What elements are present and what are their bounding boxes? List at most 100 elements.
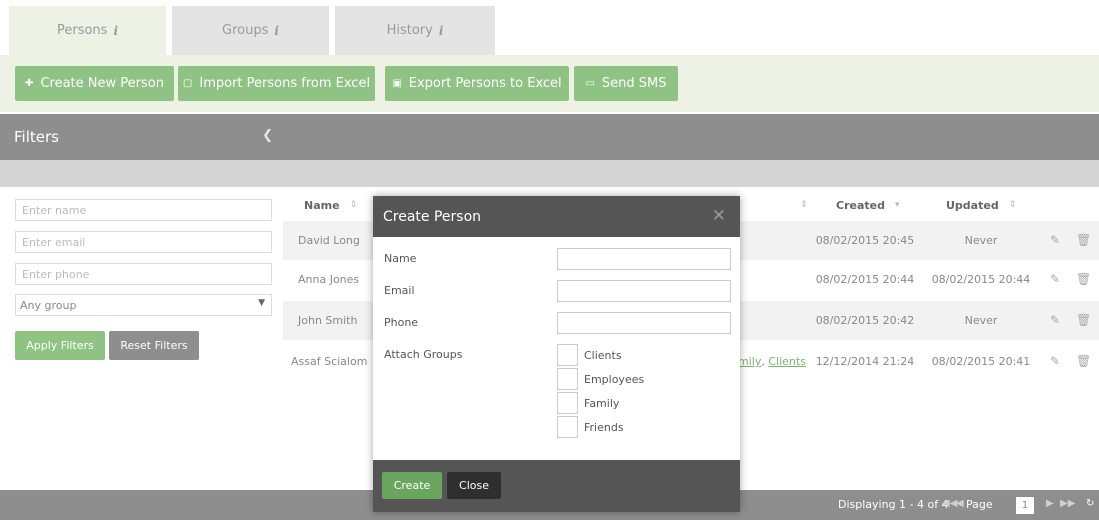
row-name: David Long	[298, 234, 360, 247]
persons-app: Persons i Groups i History i ✚ Create Ne…	[0, 0, 1099, 520]
export-icon: ▣	[392, 78, 402, 89]
page-number-input[interactable]: 1	[1016, 497, 1034, 514]
row-name: Assaf Scialom	[291, 355, 368, 368]
modal-footer: Create Close	[373, 460, 740, 512]
email-label: Email	[384, 284, 415, 297]
tab-bar: Persons i Groups i History i	[0, 0, 1099, 55]
create-person-button[interactable]: ✚ Create New Person	[15, 66, 174, 101]
modal-header: Create Person ✕	[373, 196, 740, 237]
email-field[interactable]	[557, 280, 731, 302]
row-updated: Never	[964, 314, 998, 327]
row-name: John Smith	[298, 314, 358, 327]
create-button[interactable]: Create	[382, 472, 442, 499]
column-header-name[interactable]: Name ⇕	[304, 190, 357, 220]
group-checkbox-label: Family	[584, 397, 620, 410]
column-label: Name	[304, 198, 340, 212]
send-sms-button[interactable]: ▭ Send SMS	[574, 66, 678, 101]
column-label: Created	[836, 198, 885, 212]
next-page-icon[interactable]: ▶	[1046, 498, 1054, 509]
column-header-groups[interactable]: ⇕	[790, 190, 808, 220]
tab-groups[interactable]: Groups i	[172, 6, 329, 55]
group-filter-select[interactable]: Any group ▼	[15, 294, 272, 316]
row-created: 08/02/2015 20:42	[815, 314, 915, 327]
tab-label: Groups	[222, 23, 269, 38]
close-button[interactable]: Close	[447, 472, 501, 499]
row-created: 08/02/2015 20:44	[815, 273, 915, 286]
edit-pencil-icon[interactable]: ✎	[1048, 313, 1062, 327]
row-created: 08/02/2015 20:45	[815, 234, 915, 247]
delete-trash-icon[interactable]: 🗑	[1076, 233, 1091, 247]
modal-title: Create Person	[383, 208, 482, 225]
close-icon[interactable]: ✕	[712, 206, 726, 226]
column-header-updated[interactable]: Updated ⇕	[946, 190, 1016, 220]
button-label: Export Persons to Excel	[408, 76, 562, 91]
toolbar: ✚ Create New Person ▢ Import Persons fro…	[0, 55, 1099, 112]
group-checkbox-label: Employees	[584, 373, 645, 386]
attach-groups-label: Attach Groups	[384, 348, 463, 361]
collapse-chevron-icon[interactable]: ❮	[262, 128, 273, 143]
info-icon[interactable]: i	[274, 24, 279, 38]
edit-pencil-icon[interactable]: ✎	[1048, 354, 1062, 368]
grid-header-bar	[283, 114, 1099, 160]
export-excel-button[interactable]: ▣ Export Persons to Excel	[385, 66, 569, 101]
filters-subheader	[0, 160, 283, 187]
button-label: Create New Person	[40, 76, 164, 91]
edit-pencil-icon[interactable]: ✎	[1048, 272, 1062, 286]
import-excel-button[interactable]: ▢ Import Persons from Excel	[178, 66, 375, 101]
prev-page-icon[interactable]: ◀	[956, 498, 964, 509]
row-updated: Never	[964, 234, 998, 247]
tab-label: Persons	[56, 23, 108, 38]
group-checkbox-label: Friends	[584, 421, 624, 434]
tab-history[interactable]: History i	[335, 6, 495, 55]
delete-trash-icon[interactable]: 🗑	[1076, 313, 1091, 327]
create-person-modal: Create Person ✕ Name Email Phone Attach …	[373, 196, 740, 512]
sms-icon: ▭	[585, 78, 595, 89]
row-name: Anna Jones	[298, 273, 360, 286]
apply-filters-button[interactable]: Apply Filters	[15, 331, 105, 360]
group-link[interactable]: Clients	[768, 355, 806, 368]
phone-filter-input[interactable]: Enter phone	[15, 263, 272, 285]
group-link[interactable]: mily	[738, 355, 761, 368]
info-icon[interactable]: i	[113, 24, 118, 38]
sort-icon: ⇕	[1008, 200, 1017, 210]
page-label: Page	[966, 498, 993, 511]
group-checkbox-label: Clients	[584, 349, 622, 362]
reset-filters-button[interactable]: Reset Filters	[109, 331, 199, 360]
sort-icon: ⇕	[349, 200, 358, 210]
filters-title: Filters	[14, 128, 59, 146]
phone-field[interactable]	[557, 312, 731, 334]
row-groups: mily, Clients	[738, 342, 806, 381]
group-checkbox[interactable]	[557, 344, 578, 366]
delete-trash-icon[interactable]: 🗑	[1076, 354, 1091, 368]
email-filter-input[interactable]: Enter email	[15, 231, 272, 253]
last-page-icon[interactable]: ▶▶	[1060, 498, 1075, 509]
refresh-icon[interactable]: ↻	[1086, 498, 1094, 509]
name-filter-input[interactable]: Enter name	[15, 199, 272, 221]
edit-pencil-icon[interactable]: ✎	[1048, 233, 1062, 247]
name-label: Name	[384, 252, 417, 265]
dropdown-arrow-icon: ▼	[258, 298, 265, 308]
button-label: Send SMS	[601, 76, 667, 91]
row-updated: 08/02/2015 20:44	[931, 273, 1031, 286]
column-label: Updated	[946, 198, 999, 212]
row-created: 12/12/2014 21:24	[815, 355, 915, 368]
button-label: Import Persons from Excel	[199, 76, 371, 91]
group-checkbox[interactable]	[557, 416, 578, 438]
delete-trash-icon[interactable]: 🗑	[1076, 272, 1091, 286]
file-icon: ▢	[182, 78, 193, 89]
phone-label: Phone	[384, 316, 419, 329]
group-select-value: Any group	[20, 298, 77, 312]
display-count: Displaying 1 - 4 of 4	[838, 498, 949, 511]
name-field[interactable]	[557, 248, 731, 270]
filters-header: Filters ❮	[0, 114, 283, 160]
group-checkbox[interactable]	[557, 368, 578, 390]
tab-label: History	[386, 23, 433, 38]
column-header-created[interactable]: Created ▾	[836, 190, 900, 220]
tab-persons[interactable]: Persons i	[9, 6, 166, 55]
sort-icon: ▾	[894, 200, 900, 210]
group-separator: ,	[761, 355, 769, 368]
group-checkbox[interactable]	[557, 392, 578, 414]
grid-subheader	[283, 160, 1099, 187]
info-icon[interactable]: i	[439, 24, 444, 38]
sort-icon: ⇕	[800, 200, 808, 210]
